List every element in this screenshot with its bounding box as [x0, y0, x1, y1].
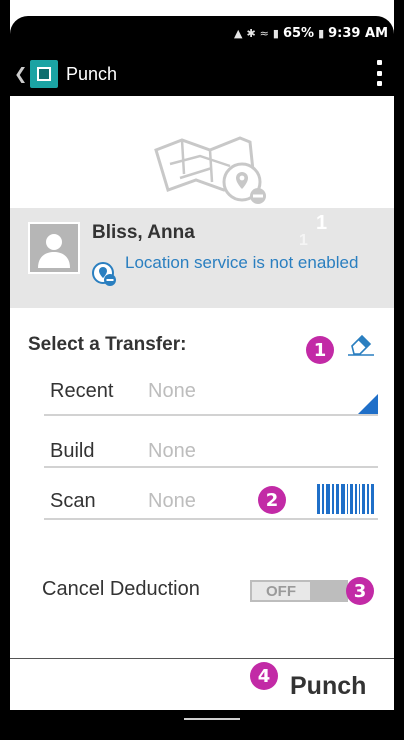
system-nav-bar — [10, 710, 394, 740]
battery-level: 65% — [282, 26, 315, 41]
row-label: Scan — [50, 490, 96, 512]
dropdown-arrow-icon[interactable] — [358, 394, 378, 414]
cancel-deduction-label: Cancel Deduction — [42, 578, 200, 600]
user-info-band: Bliss, Anna Location service is not enab… — [10, 208, 394, 308]
overflow-menu-icon[interactable] — [376, 60, 382, 86]
status-bar: ▲ ✱ ≈ ▮ 65% ▮ 9:39 AM — [10, 16, 394, 52]
transfer-row-build[interactable]: Build None — [44, 436, 378, 468]
row-value: None — [148, 490, 196, 512]
wifi-icon: ≈ — [259, 27, 269, 40]
app-title: Punch — [66, 64, 118, 84]
row-label: Build — [50, 440, 95, 462]
row-value: None — [148, 380, 196, 402]
location-status-link[interactable]: Location service is not enabled — [125, 252, 365, 273]
cancel-deduction-toggle[interactable]: OFF — [250, 580, 348, 602]
frame-left — [0, 0, 10, 740]
user-name: Bliss, Anna — [92, 222, 195, 243]
barcode-icon[interactable] — [317, 484, 374, 514]
footer-divider — [10, 658, 394, 659]
callout-badge-1: 1 — [306, 336, 334, 364]
map-area — [10, 96, 394, 208]
select-transfer-heading: Select a Transfer: — [28, 334, 187, 355]
back-chevron-icon[interactable]: ❮ — [14, 64, 27, 84]
app-bar: ❮ Punch — [10, 52, 394, 96]
toggle-off-label: OFF — [252, 582, 310, 600]
callout-badge-4: 4 — [250, 662, 278, 690]
row-value: None — [148, 440, 196, 462]
person-icon — [38, 234, 70, 268]
bluetooth-icon: ✱ — [246, 27, 256, 40]
punch-button[interactable]: Punch — [290, 672, 366, 701]
transfer-row-recent[interactable]: Recent None — [44, 374, 378, 416]
battery-icon: ▮ — [318, 27, 325, 40]
app-logo — [30, 60, 58, 88]
callout-badge-2: 2 — [258, 486, 286, 514]
avatar — [28, 222, 80, 274]
signal-icon: ▮ — [272, 27, 279, 40]
transfer-row-scan[interactable]: Scan None — [44, 484, 378, 520]
clock: 9:39 AM — [328, 26, 388, 41]
overlay-number-large: 1 — [316, 212, 328, 234]
status-icons: ▲ ✱ ≈ ▮ 65% ▮ 9:39 AM — [234, 26, 388, 41]
map-location-disabled-icon — [154, 136, 266, 204]
eraser-icon[interactable] — [346, 332, 376, 356]
row-label: Recent — [50, 380, 114, 402]
location-disabled-icon — [92, 262, 116, 286]
alarm-icon: ▲ — [233, 27, 243, 40]
callout-badge-3: 3 — [346, 577, 374, 605]
overlay-number: 1 — [299, 232, 308, 249]
home-gesture-pill[interactable] — [184, 718, 240, 720]
frame-right — [394, 0, 404, 740]
